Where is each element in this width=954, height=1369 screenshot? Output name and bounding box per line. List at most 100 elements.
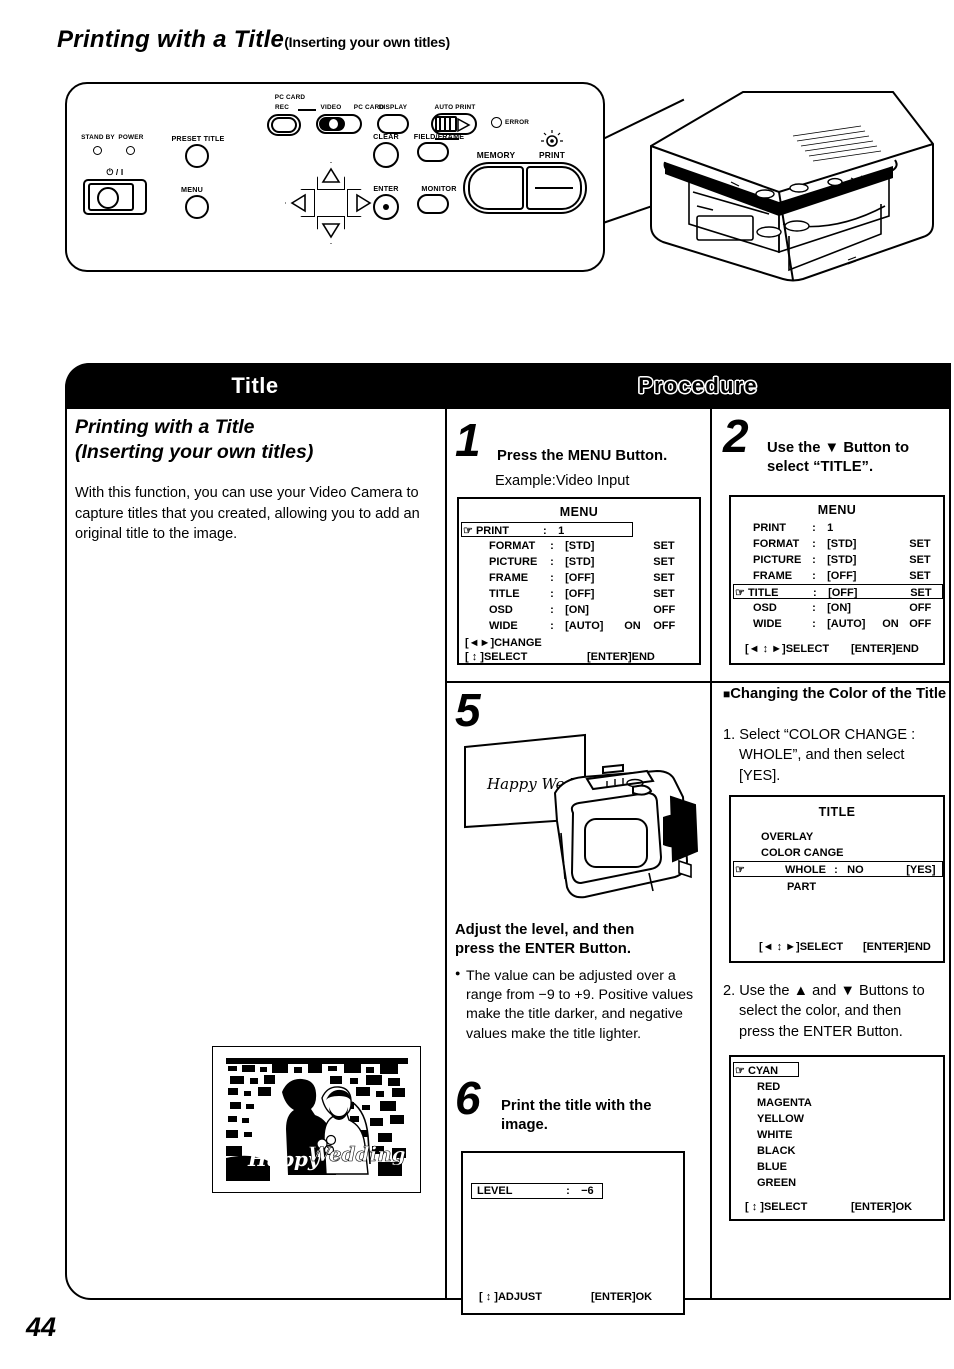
- clear-button[interactable]: [373, 142, 399, 168]
- osd-row-frame: FRAME : [OFF] SET: [753, 570, 931, 582]
- auto-print-bar-2: [444, 118, 446, 130]
- page-heading-sub: (Inserting your own titles): [284, 34, 450, 50]
- camcorder-title-capture-illustration: Happy Wedding: [464, 733, 699, 899]
- preset-title-button[interactable]: [185, 144, 209, 168]
- osd-row-format: FORMAT : [STD] SET: [489, 540, 675, 552]
- step-1-instruction: Press the MENU Button.: [497, 448, 668, 464]
- osd-row-color-selected: ☞ CYAN: [735, 1065, 779, 1077]
- label-preset-title: PRESET TITLE: [171, 134, 225, 143]
- title-color-change-screen: TITLE OVERLAY COLOR CANGE ☞ WHOLE : NO […: [729, 795, 945, 963]
- osd-row-color-change: COLOR CANGE: [761, 847, 844, 859]
- osd-row-color-white: WHITE: [757, 1129, 793, 1141]
- level-value: −6: [581, 1185, 594, 1197]
- label-power: POWER: [118, 134, 144, 141]
- osd-footer-ok: [ENTER]OK: [851, 1201, 913, 1213]
- enter-button-dot: [383, 204, 389, 210]
- osd-row-level: LEVEL : −6: [477, 1185, 594, 1197]
- color-list-screen: ☞ CYAN RED MAGENTA YELLOW WHITE BLACK BL…: [729, 1055, 945, 1221]
- led-error: [491, 117, 502, 128]
- label-auto-print: AUTO PRINT: [434, 104, 476, 111]
- osd-row-picture: PICTURE : [STD] SET: [753, 554, 931, 566]
- menu-button[interactable]: [185, 195, 209, 219]
- header-procedure-column: Procedure: [445, 363, 951, 409]
- osd-title: TITLE: [818, 805, 856, 819]
- osd-row-title: ☞ TITLE : [OFF] SET: [735, 587, 932, 599]
- table-horizontal-divider: [445, 681, 951, 684]
- osd-row-print: PRINT : 1: [753, 522, 834, 534]
- display-button[interactable]: [377, 114, 409, 134]
- osd-row-whole: ☞ WHOLE : NO [YES]: [735, 864, 936, 876]
- label-display: DISPLAY: [378, 104, 408, 111]
- auto-print-play-icon: [457, 117, 471, 133]
- sample-photo: Happy Wedding: [225, 1058, 408, 1181]
- osd-row-color-magenta: MAGENTA: [757, 1097, 812, 1109]
- step-1-menu-screen: MENU ☞ PRINT : 1 FORMAT : [STD] SET PICT…: [457, 497, 701, 665]
- field-frame-button[interactable]: [417, 142, 449, 162]
- title-heading-line1: Printing with a Title: [75, 416, 255, 438]
- table-header-row: Title Procedure: [65, 363, 951, 409]
- step-5-instruction-line2: press the ENTER Button.: [455, 940, 631, 957]
- osd-row-overlay: OVERLAY: [761, 831, 814, 843]
- osd-row-color-green: GREEN: [757, 1177, 797, 1189]
- step-2-instruction: Use the ▼ Button to select “TITLE”.: [767, 439, 947, 477]
- osd-title: MENU: [817, 503, 857, 517]
- label-error: ERROR: [505, 119, 530, 126]
- osd-row-part: PART: [787, 881, 817, 893]
- osd-row-osd: OSD : [ON] OFF: [753, 602, 932, 614]
- step-6-cell: 6 Print the title with the image. LEVEL …: [451, 1072, 709, 1315]
- label-print: PRINT: [538, 150, 566, 160]
- rec-button[interactable]: [271, 117, 297, 133]
- top-illustration: STAND BY POWER ⏻ / I PRESET TITLE MENU C…: [57, 72, 937, 322]
- osd-row-wide: WIDE : [AUTO] ON OFF: [489, 620, 676, 632]
- dpad[interactable]: [285, 162, 377, 246]
- osd-footer-ok: [ENTER]OK: [591, 1291, 653, 1303]
- table-vertical-divider-main: [445, 363, 448, 1300]
- auto-print-underline: [435, 138, 459, 140]
- power-button[interactable]: [97, 187, 119, 209]
- header-title-column: Title: [231, 373, 279, 398]
- led-power: [126, 146, 135, 155]
- osd-footer-select: [◄ ↕ ►]SELECT: [759, 941, 844, 953]
- wedding-photo-halftone: Happy Wedding: [225, 1058, 408, 1181]
- auto-print-bar-1: [439, 118, 441, 130]
- step-5-instruction: Adjust the level, and then press the ENT…: [455, 921, 707, 959]
- monitor-button[interactable]: [417, 194, 449, 214]
- step-6-instruction-line1: Print the title with the: [501, 1098, 652, 1114]
- label-power-symbol: ⏻ / I: [106, 167, 124, 177]
- auto-print-bar-3: [449, 118, 451, 130]
- print-indicator-icon: [541, 130, 563, 147]
- page-heading-main: Printing with a Title: [57, 26, 285, 53]
- step-5-note-cell: The value can be adjusted over a range f…: [455, 967, 707, 1085]
- label-stand-by: STAND BY: [81, 134, 115, 141]
- osd-row-value: 1: [558, 525, 565, 537]
- title-heading-line2: (Inserting your own titles): [75, 440, 314, 463]
- osd-row-osd: OSD : [ON] OFF: [489, 604, 676, 616]
- step-2-menu-screen: MENU PRINT : 1 FORMAT : [STD] SET PICTUR…: [729, 495, 945, 665]
- level-label: LEVEL: [477, 1185, 513, 1197]
- memory-button[interactable]: [468, 166, 524, 210]
- color-change-section: ■Changing the Color of the Title 1. Sele…: [719, 685, 951, 1295]
- sample-photo-frame: Happy Wedding: [212, 1046, 421, 1193]
- step-6-level-screen: LEVEL : −6 [ ↕ ]ADJUST [ENTER]OK: [461, 1151, 685, 1315]
- table-vertical-divider-procedure: [710, 409, 713, 1300]
- title-column-heading: Printing with a Title (Inserting your ow…: [75, 415, 435, 465]
- pointer-hand-icon: ☞: [735, 864, 745, 876]
- level-sep: :: [566, 1185, 570, 1197]
- step-1-example-label: Example:Video Input: [495, 473, 630, 489]
- color-section-heading: ■Changing the Color of the Title: [723, 686, 947, 702]
- osd-footer-end: [ENTER]END: [587, 651, 655, 663]
- step-6-number: 6: [455, 1072, 481, 1124]
- label-rec: REC: [274, 104, 290, 111]
- osd-row-color-blue: BLUE: [757, 1161, 787, 1173]
- osd-footer-select: [◄ ↕ ►]SELECT: [745, 643, 830, 655]
- step-5-note: The value can be adjusted over a range f…: [455, 967, 707, 1044]
- printer-illustration: [650, 91, 934, 282]
- step-2-number: 2: [723, 410, 749, 462]
- osd-title: MENU: [559, 505, 599, 519]
- osd-footer-select: [ ↕ ]SELECT: [745, 1201, 808, 1213]
- color-section-item-2: 2. Use the ▲ and ▼ Buttons to select the…: [723, 983, 925, 1040]
- step-5-cell: 5 Happy Wedding Adjust the level, and th…: [451, 685, 709, 975]
- label-menu: MENU: [181, 185, 203, 194]
- osd-row-label: PRINT: [475, 525, 509, 537]
- title-column-body: With this function, you can use your Vid…: [75, 484, 420, 543]
